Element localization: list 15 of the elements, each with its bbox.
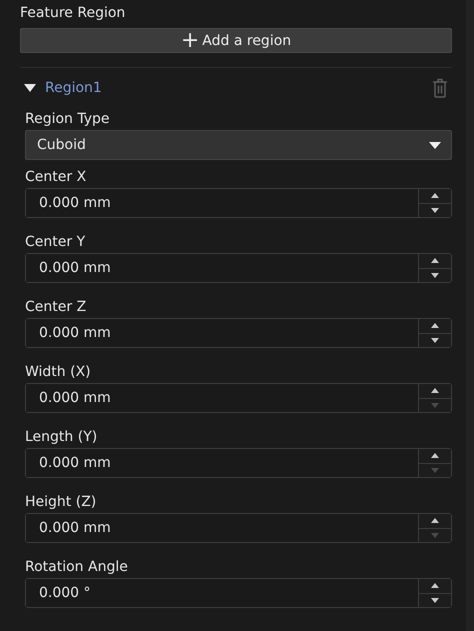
field-label: Rotation Angle xyxy=(25,558,129,577)
collapse-triangle-icon[interactable] xyxy=(24,84,36,92)
field-label: Region Type xyxy=(25,110,111,129)
region-type-dropdown[interactable]: Cuboid xyxy=(25,130,452,160)
dropdown-arrow-icon xyxy=(429,142,441,148)
section-title: Feature Region xyxy=(20,4,126,23)
field-label: Width (X) xyxy=(25,363,92,382)
field-label: Length (Y) xyxy=(25,428,98,447)
add-region-button[interactable]: +Add a region xyxy=(20,28,452,53)
field-label: Height (Z) xyxy=(25,493,98,512)
field-label: Center Z xyxy=(25,298,88,317)
trash-icon[interactable] xyxy=(432,78,448,98)
field-label: Center Y xyxy=(25,233,86,252)
region-name[interactable]: Region1 xyxy=(45,80,432,96)
field-label: Center X xyxy=(25,168,88,187)
